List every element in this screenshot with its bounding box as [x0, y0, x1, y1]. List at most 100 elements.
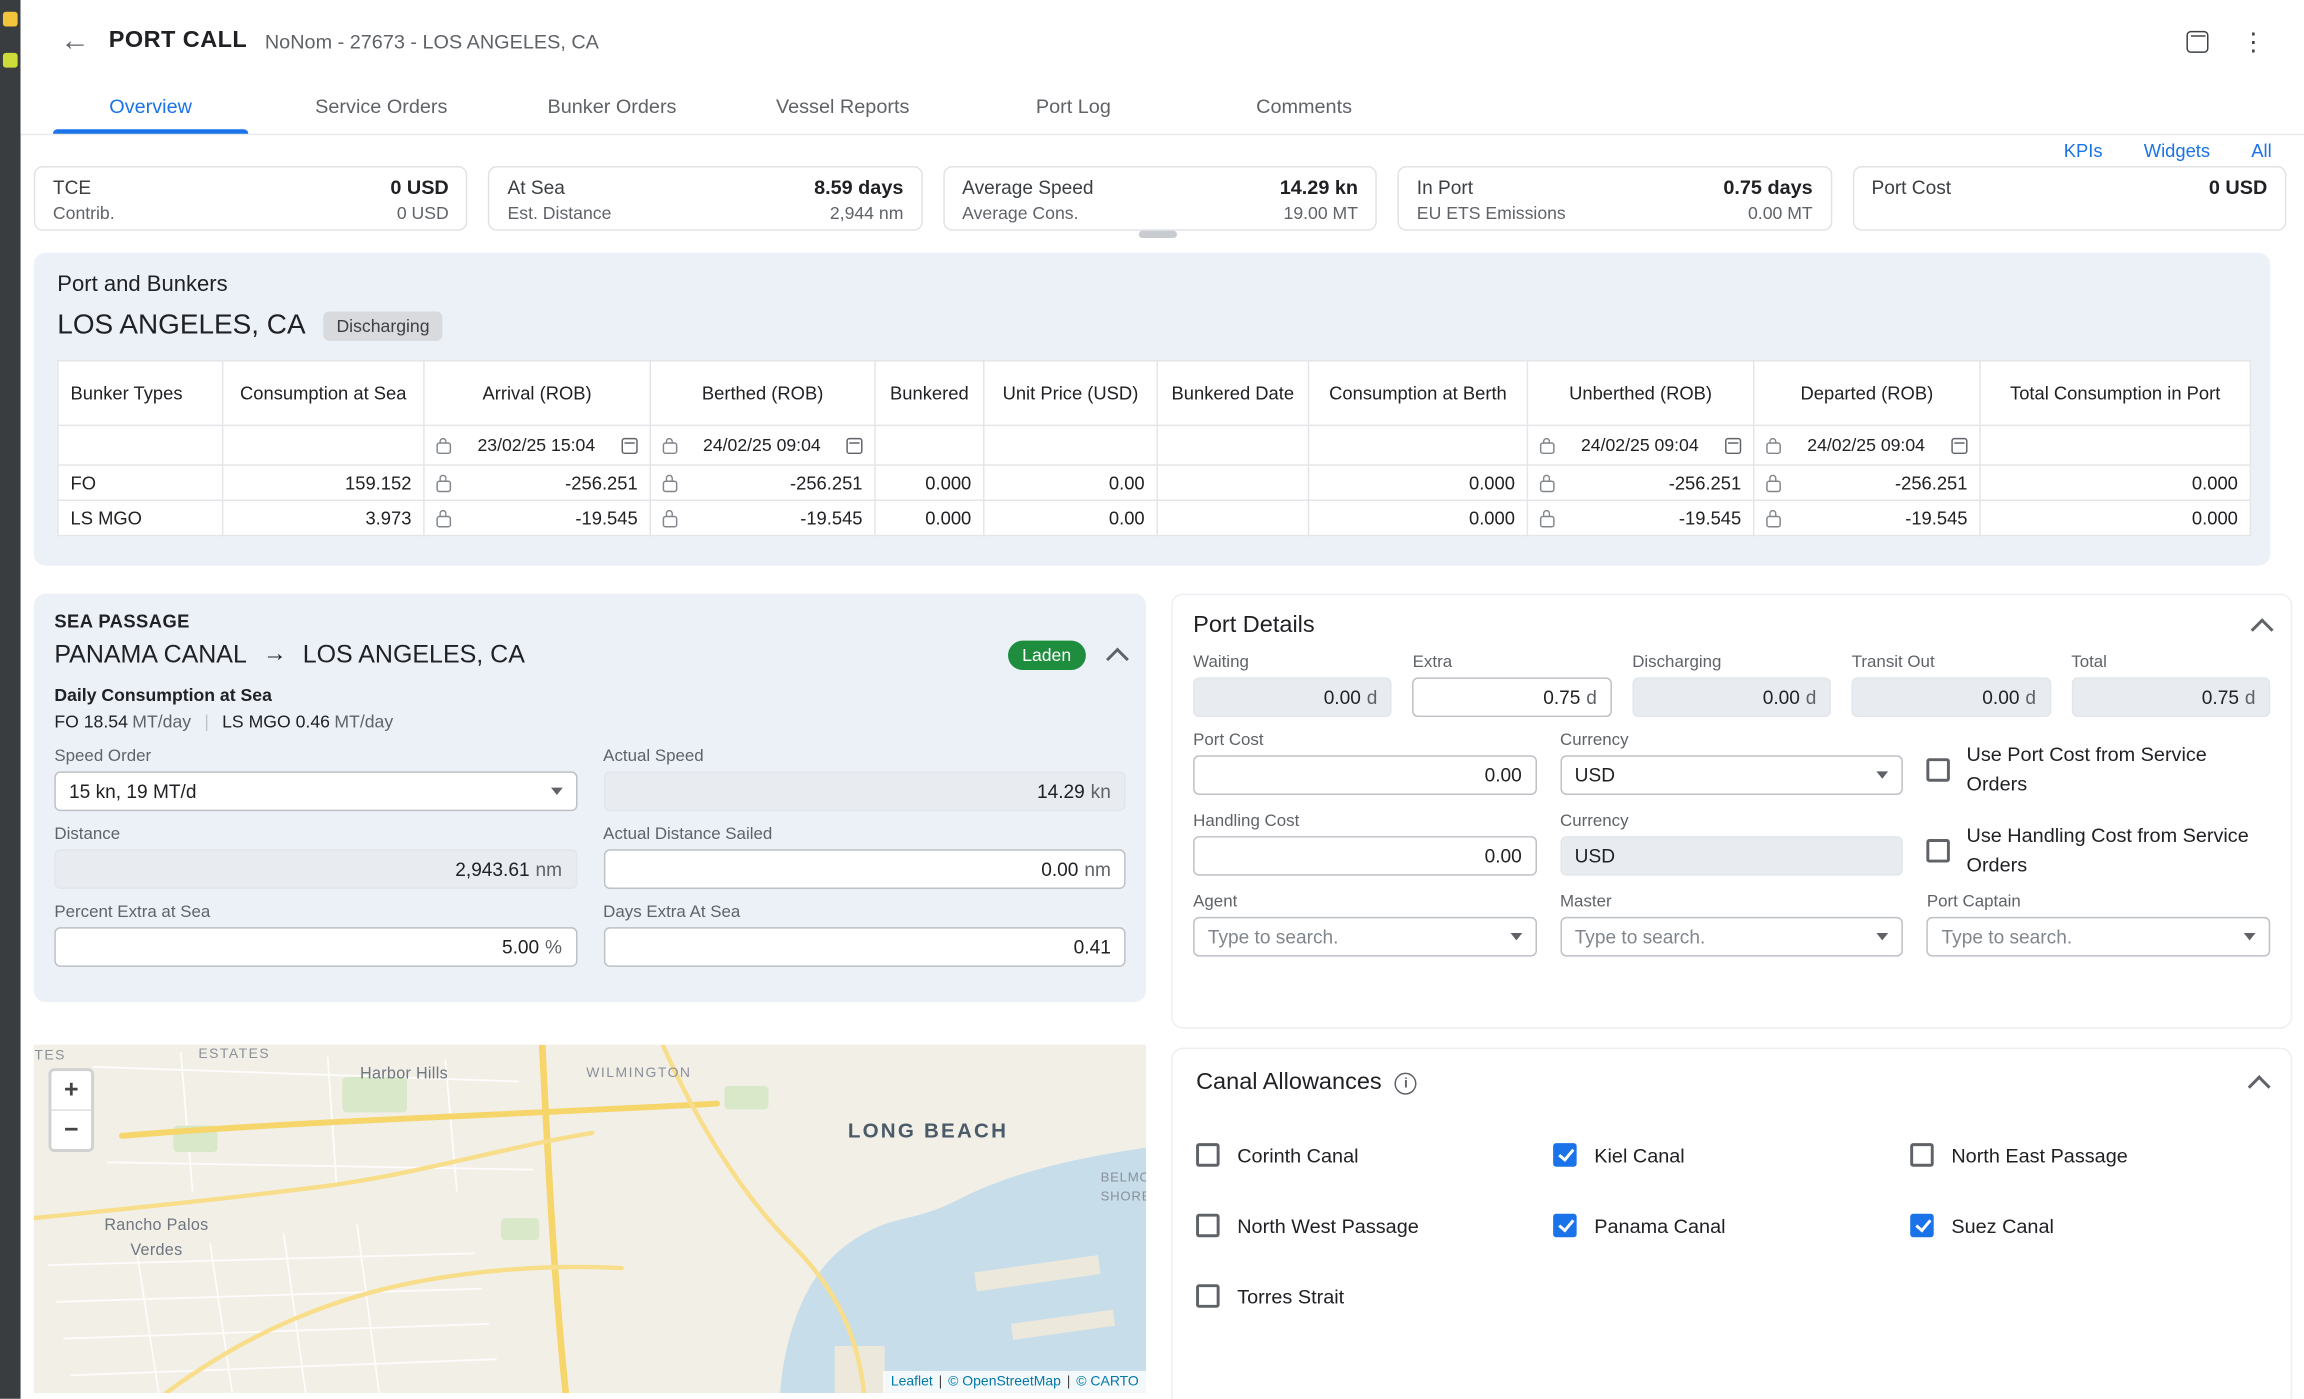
kebab-menu-icon[interactable]: ⋮: [2241, 29, 2266, 54]
percent-extra-at-sea-label: Percent Extra at Sea: [54, 904, 576, 922]
port-cost-currency-select[interactable]: USD: [1560, 755, 1903, 795]
collapse-chevron-icon[interactable]: [2251, 617, 2274, 640]
lock-icon[interactable]: [1540, 480, 1555, 492]
lock-icon[interactable]: [663, 442, 678, 454]
port-details-panel: Port Details Waiting 0.00d Extra 0.75d D…: [1171, 594, 2292, 1029]
openstreetmap-link[interactable]: © OpenStreetMap: [948, 1374, 1061, 1390]
calendar-icon[interactable]: [2186, 30, 2208, 52]
departed-date[interactable]: 24/02/25 09:04: [1788, 435, 1944, 456]
calendar-icon[interactable]: [622, 437, 638, 453]
arrival-rob[interactable]: -19.545: [451, 508, 638, 529]
agent-search-input[interactable]: [1208, 926, 1498, 948]
tab-vessel-reports[interactable]: Vessel Reports: [727, 82, 958, 133]
lock-icon[interactable]: [1540, 442, 1555, 454]
collapse-chevron-icon[interactable]: [1106, 647, 1129, 670]
port-cost-field[interactable]: 0.00: [1193, 755, 1536, 795]
port-captain-search-field[interactable]: [1927, 917, 2270, 957]
link-all[interactable]: All: [2251, 141, 2271, 162]
checkbox-panama-canal[interactable]: [1553, 1214, 1577, 1238]
kpi-sub-label: EU ETS Emissions: [1417, 203, 1566, 224]
bunkered[interactable]: 0.000: [875, 465, 984, 500]
extra-field[interactable]: 0.75d: [1413, 677, 1612, 717]
zoom-in-button[interactable]: +: [51, 1071, 91, 1109]
tab-comments[interactable]: Comments: [1189, 82, 1420, 133]
berthed-date[interactable]: 24/02/25 09:04: [685, 435, 839, 456]
unit-price[interactable]: 0.00: [984, 465, 1157, 500]
zoom-out-button[interactable]: −: [51, 1109, 91, 1149]
kpi-sub-value: 2,944 nm: [830, 203, 904, 224]
link-kpis[interactable]: KPIs: [2064, 141, 2103, 162]
master-search-input[interactable]: [1575, 926, 1865, 948]
status-badge-discharging: Discharging: [323, 312, 443, 341]
checkbox-north-west-passage[interactable]: [1196, 1214, 1220, 1238]
map-zoom-control: + −: [48, 1068, 94, 1152]
tab-port-log[interactable]: Port Log: [958, 82, 1189, 133]
use-handling-cost-label: Use Handling Cost from Service Orders: [1967, 822, 2271, 879]
back-arrow-icon[interactable]: ←: [56, 22, 94, 60]
port-map[interactable]: ESTATES ESTATES Harbor Hills WILMINGTON …: [34, 1045, 1146, 1393]
consumption-at-berth[interactable]: 0.000: [1308, 500, 1527, 535]
bunkered[interactable]: 0.000: [875, 500, 984, 535]
lock-icon[interactable]: [1766, 480, 1781, 492]
departed-rob[interactable]: -256.251: [1781, 472, 1968, 493]
kpi-sub-value: 0.00 MT: [1748, 203, 1813, 224]
actual-distance-sailed-field[interactable]: 0.00nm: [603, 849, 1125, 889]
handling-cost-field[interactable]: 0.00: [1193, 836, 1536, 876]
lock-icon[interactable]: [436, 480, 451, 492]
link-widgets[interactable]: Widgets: [2144, 141, 2210, 162]
rail-extension-icon-2[interactable]: [3, 53, 18, 68]
checkbox-torres-strait[interactable]: [1196, 1284, 1220, 1308]
master-search-field[interactable]: [1560, 917, 1903, 957]
use-port-cost-checkbox[interactable]: [1927, 758, 1951, 782]
lock-icon[interactable]: [1766, 515, 1781, 527]
info-icon[interactable]: i: [1395, 1072, 1417, 1094]
transit-out-label: Transit Out: [1852, 654, 2051, 672]
carto-link[interactable]: © CARTO: [1076, 1374, 1139, 1390]
col-unberthed-rob: Unberthed (ROB): [1527, 361, 1753, 426]
percent-extra-at-sea-field[interactable]: 5.00%: [54, 927, 576, 967]
tab-service-orders[interactable]: Service Orders: [266, 82, 497, 133]
unit-price[interactable]: 0.00: [984, 500, 1157, 535]
lock-icon[interactable]: [663, 480, 678, 492]
arrival-rob[interactable]: -256.251: [451, 472, 638, 493]
panel-drag-handle[interactable]: [1139, 231, 1177, 238]
port-captain-search-input[interactable]: [1942, 926, 2232, 948]
use-handling-cost-checkbox[interactable]: [1927, 839, 1951, 863]
calendar-icon[interactable]: [1725, 437, 1741, 453]
unberthed-rob[interactable]: -19.545: [1555, 508, 1742, 529]
departed-rob[interactable]: -19.545: [1781, 508, 1968, 529]
lock-icon[interactable]: [663, 515, 678, 527]
speed-order-select[interactable]: 15 kn, 19 MT/d: [54, 771, 576, 811]
lock-icon[interactable]: [1540, 515, 1555, 527]
berthed-rob[interactable]: -19.545: [677, 508, 862, 529]
calendar-icon[interactable]: [846, 437, 862, 453]
discharging-field: 0.00d: [1632, 677, 1831, 717]
calendar-icon[interactable]: [1951, 437, 1967, 453]
tab-overview[interactable]: Overview: [35, 82, 266, 133]
checkbox-suez-canal[interactable]: [1910, 1214, 1934, 1238]
kpi-value: 0 USD: [2209, 176, 2267, 198]
daily-consumption-label: Daily Consumption at Sea: [54, 685, 1125, 706]
leaflet-link[interactable]: Leaflet: [891, 1374, 933, 1390]
unberthed-date[interactable]: 24/02/25 09:04: [1562, 435, 1718, 456]
bunkered-date[interactable]: [1157, 500, 1308, 535]
berthed-rob[interactable]: -256.251: [677, 472, 862, 493]
rail-extension-icon[interactable]: [3, 12, 18, 27]
checkbox-north-east-passage[interactable]: [1910, 1143, 1934, 1167]
bunkered-date[interactable]: [1157, 465, 1308, 500]
discharging-label: Discharging: [1632, 654, 1831, 672]
lock-icon[interactable]: [1766, 442, 1781, 454]
checkbox-corinth-canal[interactable]: [1196, 1143, 1220, 1167]
checkbox-kiel-canal[interactable]: [1553, 1143, 1577, 1167]
consumption-at-berth[interactable]: 0.000: [1308, 465, 1527, 500]
browser-side-rail[interactable]: [0, 0, 21, 1399]
attribution-separator: |: [1067, 1374, 1071, 1390]
arrival-date[interactable]: 23/02/25 15:04: [458, 435, 614, 456]
lock-icon[interactable]: [436, 515, 451, 527]
tab-bunker-orders[interactable]: Bunker Orders: [497, 82, 728, 133]
days-extra-at-sea-field[interactable]: 0.41: [603, 927, 1125, 967]
agent-search-field[interactable]: [1193, 917, 1536, 957]
unberthed-rob[interactable]: -256.251: [1555, 472, 1742, 493]
lock-icon[interactable]: [436, 442, 451, 454]
collapse-chevron-icon[interactable]: [2248, 1074, 2271, 1097]
